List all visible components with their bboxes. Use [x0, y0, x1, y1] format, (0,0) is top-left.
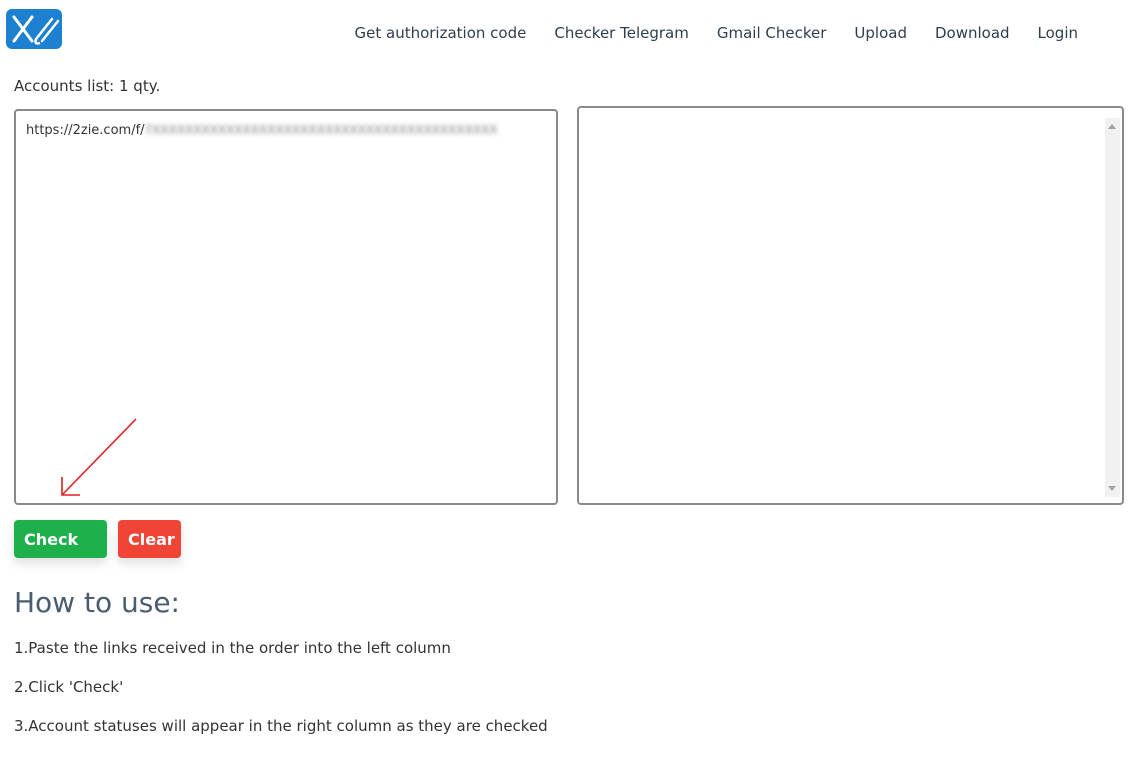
howto-step-2: 2.Click 'Check': [14, 678, 124, 696]
check-button[interactable]: Check: [14, 520, 107, 558]
accounts-count-label: Accounts list: 1 qty.: [14, 77, 161, 95]
top-nav: Get authorization code Checker Telegram …: [355, 22, 1079, 44]
logo-icon[interactable]: [6, 9, 62, 49]
scroll-down-icon[interactable]: [1108, 486, 1116, 491]
nav-upload[interactable]: Upload: [854, 24, 907, 42]
logo-graphic: [12, 15, 60, 45]
output-scrollbar[interactable]: [1105, 118, 1120, 497]
nav-checker-telegram[interactable]: Checker Telegram: [554, 24, 689, 42]
nav-download[interactable]: Download: [935, 24, 1010, 42]
howto-step-3: 3.Account statuses will appear in the ri…: [14, 717, 548, 735]
red-arrow-annotation: [61, 418, 137, 496]
clear-button[interactable]: Clear: [118, 520, 181, 558]
account-link-text: https://2zie.com/f/: [26, 123, 145, 138]
howto-title: How to use:: [14, 586, 180, 619]
howto-step-1: 1.Paste the links received in the order …: [14, 639, 451, 657]
accounts-input-text: https://2zie.com/f/7XXXXXXXXXXXXXXXXXXXX…: [26, 123, 497, 138]
statuses-output-textarea[interactable]: [577, 106, 1124, 505]
redacted-link-blur: 7XXXXXXXXXXXXXXXXXXXXXXXXXXXXXXXXXXXXXXX…: [144, 123, 498, 137]
nav-get-authorization-code[interactable]: Get authorization code: [355, 24, 527, 42]
accounts-input-textarea[interactable]: https://2zie.com/f/7XXXXXXXXXXXXXXXXXXXX…: [14, 109, 558, 505]
nav-login[interactable]: Login: [1038, 24, 1078, 42]
scroll-up-icon[interactable]: [1108, 124, 1116, 129]
nav-gmail-checker[interactable]: Gmail Checker: [717, 24, 827, 42]
